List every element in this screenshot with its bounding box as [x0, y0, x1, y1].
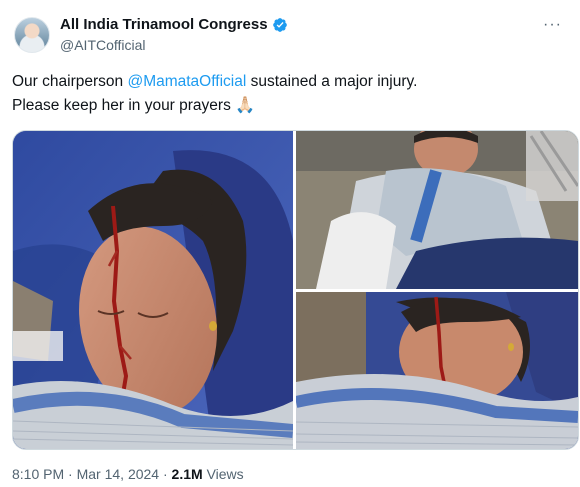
media-grid: [12, 130, 579, 450]
author-name-row: All India Trinamool Congress: [60, 16, 288, 33]
tweet-metadata: 8:10 PM · Mar 14, 2024 · 2.1M Views: [12, 466, 244, 482]
photo-1[interactable]: [13, 131, 293, 449]
author-handle[interactable]: @AITCofficial: [60, 37, 146, 53]
photo-2[interactable]: [296, 131, 578, 289]
photo-2-image: [296, 131, 578, 289]
views-label: Views: [206, 466, 244, 482]
views-count: 2.1M: [171, 466, 203, 482]
tweet-line-1: Our chairperson @MamataOfficial sustaine…: [12, 73, 418, 90]
verified-badge-icon: [272, 17, 287, 32]
meta-separator: ·: [162, 466, 168, 482]
meta-separator: ·: [68, 466, 73, 482]
author-display-name[interactable]: All India Trinamool Congress: [60, 16, 268, 33]
photo-1-image: [13, 131, 293, 449]
praying-hands-emoji: 🙏🏻: [235, 97, 256, 114]
more-options-icon[interactable]: ···: [543, 16, 562, 34]
photo-3[interactable]: [296, 292, 578, 449]
mention-link[interactable]: @MamataOfficial: [127, 73, 246, 90]
tweet-time[interactable]: 8:10 PM: [12, 466, 64, 482]
author-avatar[interactable]: [14, 17, 50, 53]
tweet-date[interactable]: Mar 14, 2024: [77, 466, 160, 482]
photo-3-image: [296, 292, 578, 449]
tweet-text: Our chairperson @MamataOfficial sustaine…: [12, 70, 568, 118]
tweet-line-2: Please keep her in your prayers 🙏🏻: [12, 97, 256, 114]
